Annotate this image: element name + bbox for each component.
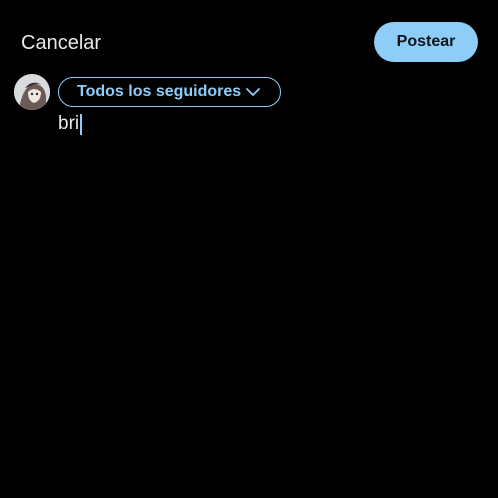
post-button[interactable]: Postear: [374, 22, 478, 62]
text-cursor: [80, 113, 83, 135]
avatar-image: [14, 74, 50, 110]
compose-text-area[interactable]: bri: [58, 112, 83, 136]
compose-text: bri: [58, 113, 80, 134]
audience-label: Todos los seguidores: [77, 83, 242, 100]
chevron-down-icon: [246, 88, 261, 96]
cancel-button[interactable]: Cancelar: [21, 30, 101, 56]
post-button-label: Postear: [396, 33, 456, 50]
avatar[interactable]: [14, 74, 50, 110]
audience-selector[interactable]: Todos los seguidores: [58, 77, 281, 107]
